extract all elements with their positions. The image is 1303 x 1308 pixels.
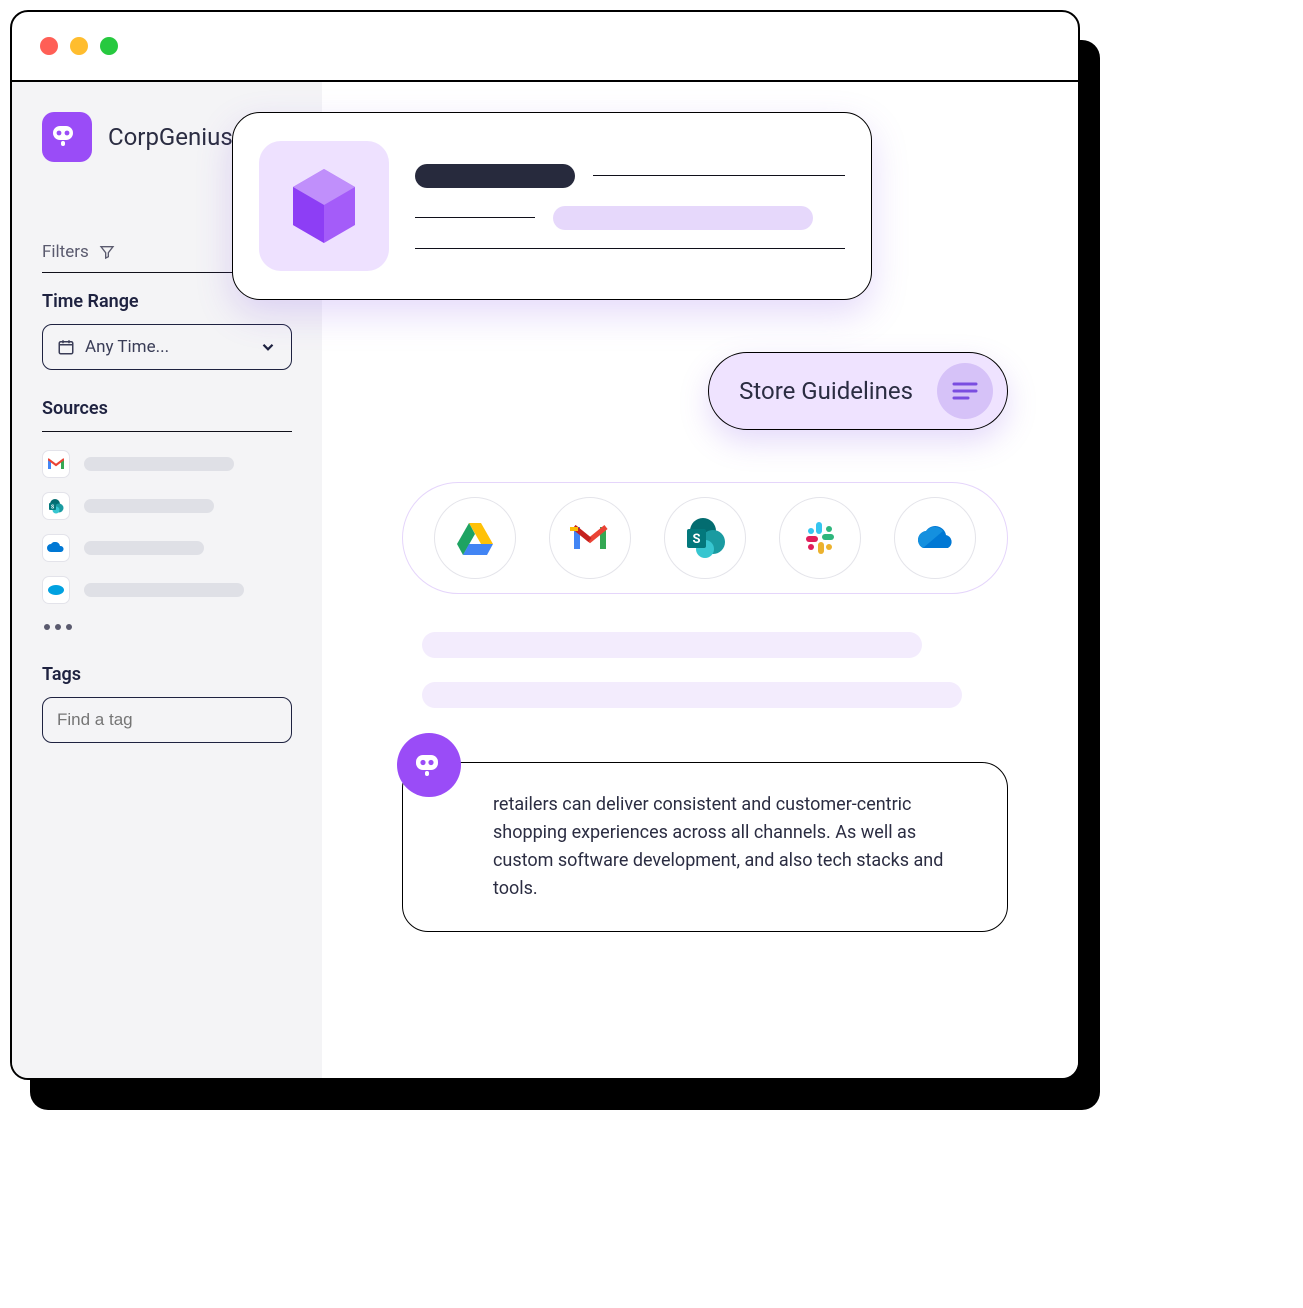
sharepoint-icon: S [42, 492, 70, 520]
svg-text:S: S [51, 505, 54, 511]
calendar-icon [57, 338, 75, 356]
brand-name: CorpGenius [108, 123, 233, 151]
gmail-icon [42, 450, 70, 478]
tags-input[interactable] [42, 697, 292, 743]
app-window: CorpGenius Filters Time Range Any Time..… [10, 10, 1080, 1080]
chip-label: Store Guidelines [739, 377, 913, 405]
time-range-select[interactable]: Any Time... [42, 324, 292, 370]
svg-text:S: S [692, 532, 700, 547]
google-drive-icon[interactable] [434, 497, 516, 579]
tags-label: Tags [42, 664, 292, 685]
filter-icon [99, 244, 115, 260]
ai-response-card: retailers can deliver consistent and cus… [402, 762, 1008, 932]
brand-logo-icon [42, 112, 92, 162]
maximize-dot[interactable] [100, 37, 118, 55]
slack-icon[interactable] [779, 497, 861, 579]
onedrive-icon[interactable] [894, 497, 976, 579]
source-item[interactable]: S [42, 492, 292, 520]
sharepoint-icon[interactable]: S [664, 497, 746, 579]
response-text: retailers can deliver consistent and cus… [493, 791, 967, 903]
title-placeholder [415, 164, 575, 188]
gmail-icon[interactable] [549, 497, 631, 579]
onedrive-icon [42, 534, 70, 562]
time-range-value: Any Time... [85, 337, 169, 357]
ai-badge-icon [397, 733, 461, 797]
main-content: Store Guidelines S [322, 82, 1078, 1078]
more-sources-button[interactable] [42, 618, 292, 636]
subtitle-placeholder [553, 206, 813, 230]
loading-placeholder [422, 682, 962, 708]
cube-icon [259, 141, 389, 271]
close-dot[interactable] [40, 37, 58, 55]
store-guidelines-chip[interactable]: Store Guidelines [708, 352, 1008, 430]
source-placeholder [84, 583, 244, 597]
source-item[interactable] [42, 534, 292, 562]
titlebar [12, 12, 1078, 82]
source-item[interactable] [42, 450, 292, 478]
chevron-down-icon [259, 338, 277, 356]
loading-placeholder [422, 632, 922, 658]
source-placeholder [84, 457, 234, 471]
source-item[interactable] [42, 576, 292, 604]
result-card[interactable] [232, 112, 872, 300]
integrations-row: S [402, 482, 1008, 594]
sources-label: Sources [42, 398, 292, 419]
minimize-dot[interactable] [70, 37, 88, 55]
salesforce-icon [42, 576, 70, 604]
chip-menu-icon [937, 363, 993, 419]
source-placeholder [84, 541, 204, 555]
filters-label: Filters [42, 242, 89, 262]
source-placeholder [84, 499, 214, 513]
